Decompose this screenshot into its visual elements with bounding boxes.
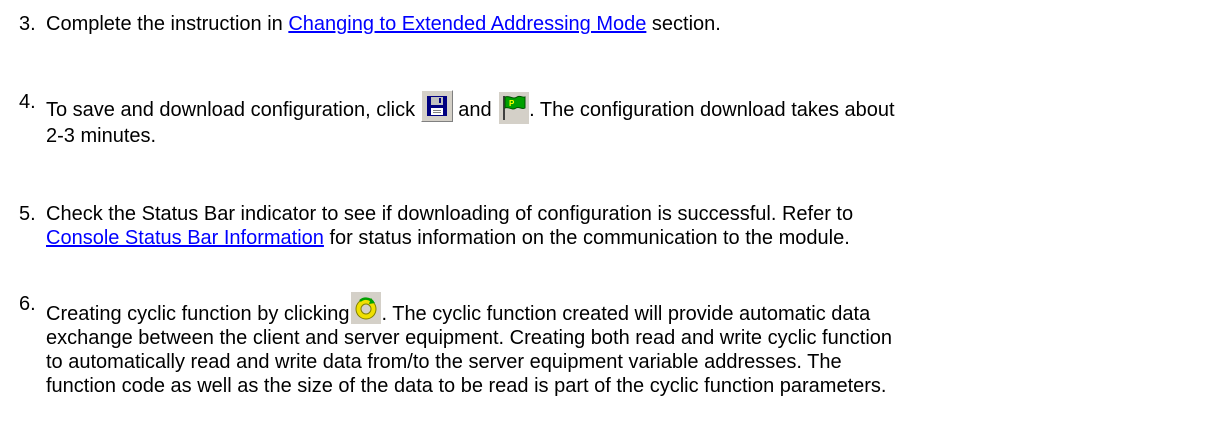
step-text-before: Complete the instruction in (46, 13, 289, 35)
step-line: To save and download configuration, clic… (46, 90, 1211, 124)
extended-addressing-link[interactable]: Changing to Extended Addressing Mode (288, 13, 646, 35)
step-text-after: . The configuration download takes about (529, 99, 895, 121)
step-text-middle: and (452, 99, 498, 121)
step-number: 6. (19, 293, 36, 315)
step-line: exchange between the client and server e… (46, 327, 893, 349)
step-line: 2-3 minutes. (46, 125, 157, 147)
svg-text:P: P (509, 99, 515, 108)
step-line: function code as well as the size of the… (46, 375, 887, 397)
step-text: Complete the instruction in Changing to … (46, 12, 1211, 36)
save-icon[interactable] (420, 90, 453, 122)
download-flag-icon[interactable]: P (497, 92, 530, 124)
step-text: Creating cyclic function by clicking . Th… (46, 292, 1211, 398)
step-text-after: section. (646, 13, 721, 35)
step-line: to automatically read and write data fro… (46, 351, 842, 373)
step-text-before: Creating cyclic function by clicking (46, 303, 350, 325)
step-text-after: for status information on the communicat… (323, 227, 850, 249)
console-status-bar-link[interactable]: Console Status Bar Information (46, 227, 324, 249)
step-line: Console Status Bar Information for statu… (46, 226, 1211, 250)
step-number: 3. (19, 13, 36, 35)
step-text-before: To save and download configuration, clic… (46, 99, 421, 121)
step-number: 5. (19, 203, 36, 225)
step-text: Check the Status Bar indicator to see if… (46, 202, 1211, 250)
step-text: To save and download configuration, clic… (46, 90, 1211, 148)
step-line: Creating cyclic function by clicking . Th… (46, 292, 1211, 326)
cyclic-function-icon[interactable] (349, 292, 382, 324)
step-line: Check the Status Bar indicator to see if… (46, 203, 854, 225)
step-number: 4. (19, 91, 36, 113)
step-text-after: . The cyclic function created will provi… (381, 303, 871, 325)
